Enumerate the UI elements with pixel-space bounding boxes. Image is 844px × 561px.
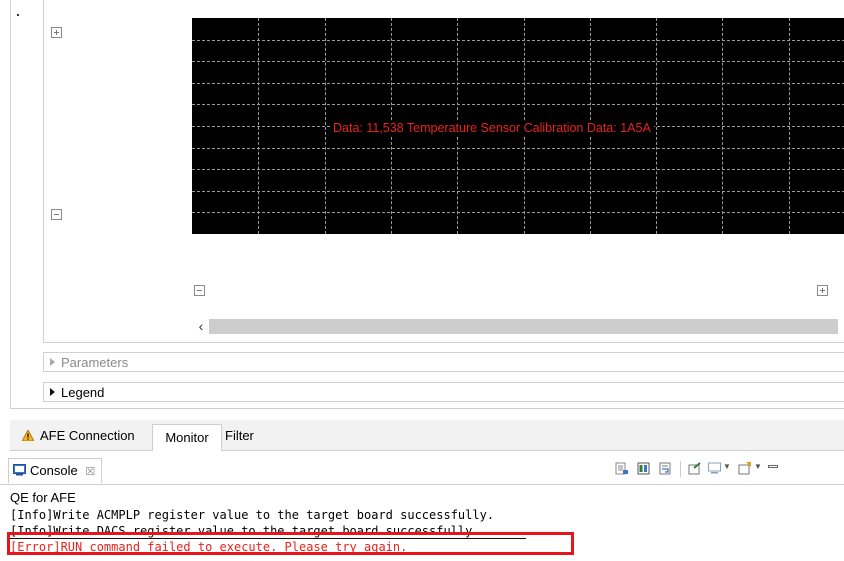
tab-filter-label: Filter: [225, 428, 254, 443]
tab-console[interactable]: Console ☒: [8, 458, 103, 483]
chevron-down-icon[interactable]: ▼: [723, 462, 731, 471]
expand-arrow-icon: [50, 388, 55, 396]
expand-icon[interactable]: [817, 285, 828, 296]
chevron-down-icon[interactable]: ▼: [754, 462, 762, 471]
open-console-icon[interactable]: [738, 462, 751, 475]
tab-monitor-label: Monitor: [165, 430, 209, 445]
editor-tab-bar: AFE Connection Monitor Filter: [10, 420, 844, 451]
parameters-label: Parameters: [61, 355, 129, 370]
scroll-lock-icon[interactable]: [637, 462, 650, 475]
collapse-icon[interactable]: [194, 285, 205, 296]
scroll-right-icon[interactable]: ›: [839, 318, 844, 335]
grid-line-vertical: [722, 18, 723, 234]
grid-line-vertical: [258, 18, 259, 234]
grid-line-horizontal: [192, 191, 844, 192]
grid-line-horizontal: [192, 104, 844, 105]
clear-console-icon[interactable]: [615, 462, 628, 475]
scroll-left-icon[interactable]: ‹: [194, 318, 208, 335]
monitor-panel: Data: 11,538 Temperature Sensor Calibrat…: [10, 0, 844, 409]
legend-label: Legend: [61, 385, 105, 400]
console-header: Console ☒ ▼ ▼: [0, 456, 844, 485]
grid-line-vertical: [789, 18, 790, 234]
error-highlight-box: [7, 532, 574, 555]
monitor-plot: Data: 11,538 Temperature Sensor Calibrat…: [192, 18, 844, 234]
horizontal-scrollbar[interactable]: ‹ ›: [192, 318, 844, 335]
minimize-icon[interactable]: [768, 465, 778, 468]
toolbar-separator: [680, 461, 681, 477]
log-line: [Info]Write ACMPLP register value to the…: [10, 508, 495, 522]
word-wrap-icon[interactable]: [659, 462, 672, 475]
grid-line-horizontal: [192, 83, 844, 84]
legend-section[interactable]: Legend: [43, 382, 844, 402]
expand-icon[interactable]: [51, 27, 62, 38]
scrollbar-thumb[interactable]: [209, 319, 838, 334]
tab-afe-connection-label: AFE Connection: [40, 428, 135, 443]
grid-line-vertical: [656, 18, 657, 234]
tab-filter[interactable]: Filter: [225, 423, 275, 449]
console-icon: [13, 464, 26, 476]
grid-line-horizontal: [192, 148, 844, 149]
marker-dot: [17, 14, 19, 16]
pin-console-icon[interactable]: [688, 462, 701, 475]
parameters-section[interactable]: Parameters: [43, 352, 844, 372]
tab-monitor[interactable]: Monitor: [152, 424, 222, 451]
display-console-icon[interactable]: [708, 462, 721, 475]
grid-line-vertical: [325, 18, 326, 234]
close-icon[interactable]: ☒: [85, 466, 95, 478]
tab-afe-connection[interactable]: AFE Connection: [14, 423, 166, 449]
grid-line-horizontal: [192, 212, 844, 213]
warning-icon: [22, 430, 34, 441]
grid-line-horizontal: [192, 61, 844, 62]
console-tab-label: Console: [30, 463, 78, 478]
grid-line-horizontal: [192, 40, 844, 41]
plot-label: Data: 11,538 Temperature Sensor Calibrat…: [330, 121, 654, 135]
console-title: QE for AFE: [10, 490, 76, 505]
expand-arrow-icon: [50, 358, 55, 366]
collapse-icon[interactable]: [51, 209, 62, 220]
grid-line-horizontal: [192, 169, 844, 170]
